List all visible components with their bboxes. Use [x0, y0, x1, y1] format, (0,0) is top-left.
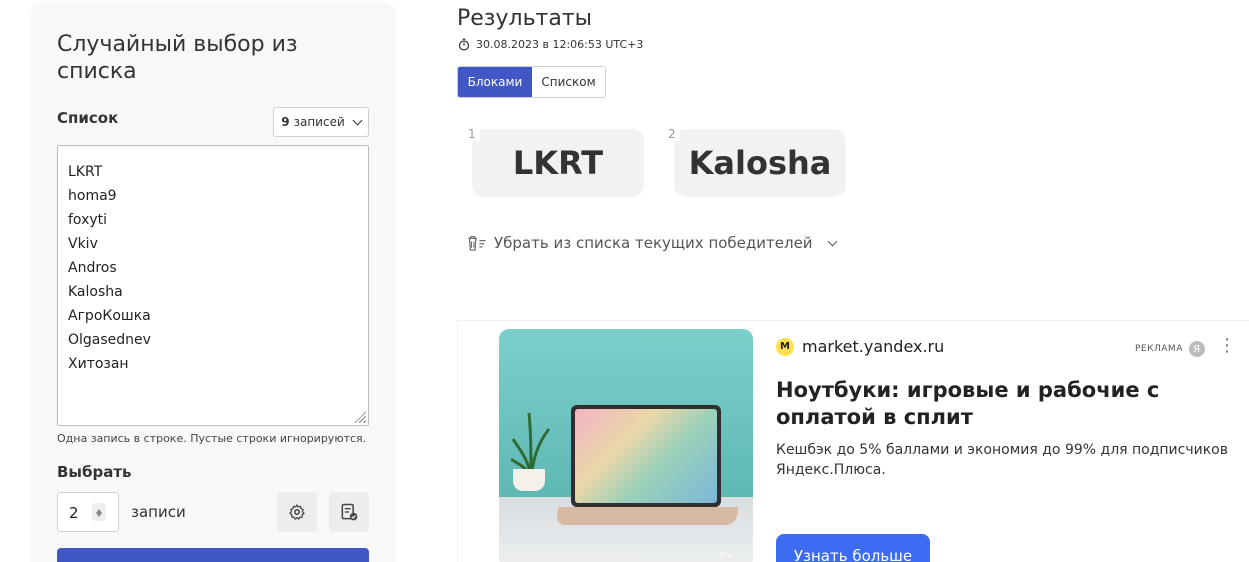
- list-entry: Andros: [68, 260, 117, 276]
- remove-winners-label: Убрать из списка текущих победителей: [494, 234, 813, 252]
- list-entry: АгроКошка: [68, 308, 151, 324]
- results-timestamp: 30.08.2023 в 12:06:53 UTC+3: [476, 38, 644, 51]
- cup-image: [513, 469, 545, 491]
- ad-image[interactable]: 0+: [499, 329, 753, 562]
- list-entry: Хитозан: [68, 356, 129, 372]
- pick-button[interactable]: [57, 548, 369, 562]
- results-title: Результаты: [457, 6, 593, 31]
- remove-winners-button[interactable]: Убрать из списка текущих победителей: [466, 234, 838, 252]
- winner-number: 1: [464, 127, 480, 141]
- list-entry: LKRT: [68, 164, 103, 180]
- random-picker-card: Случайный выбор из списка Список 9 запис…: [33, 5, 393, 562]
- pick-label: Выбрать: [57, 463, 132, 481]
- list-entry: Olgasednev: [68, 332, 151, 348]
- results-timestamp-row: 30.08.2023 в 12:06:53 UTC+3: [458, 38, 643, 51]
- list-check-icon: [341, 503, 358, 521]
- list-entry: homa9: [68, 188, 117, 204]
- view-toggle: Блоками Списком: [457, 66, 606, 98]
- list-entry: Kalosha: [68, 284, 123, 300]
- stepper-icon[interactable]: [92, 503, 106, 521]
- ad-domain: market.yandex.ru: [802, 337, 945, 356]
- entries-count-dropdown[interactable]: 9 записей: [273, 107, 369, 137]
- pick-count-input[interactable]: 2: [57, 492, 119, 532]
- list-label: Список: [57, 109, 119, 127]
- ad-cta-button[interactable]: Узнать больше: [776, 534, 930, 562]
- winner-card: Kalosha: [674, 129, 846, 197]
- tab-list[interactable]: Списком: [532, 67, 605, 97]
- presets-button[interactable]: [329, 492, 369, 532]
- settings-button[interactable]: [277, 492, 317, 532]
- resize-handle-icon[interactable]: [354, 411, 366, 423]
- tab-blocks[interactable]: Блоками: [458, 67, 532, 97]
- stopwatch-icon: [458, 38, 470, 51]
- ad-description: Кешбэк до 5% баллами и экономия до 99% д…: [776, 442, 1228, 478]
- winner-card: LKRT: [472, 129, 644, 197]
- entries-count-value: 9: [281, 115, 290, 129]
- list-hint: Одна запись в строке. Пустые строки игно…: [57, 432, 367, 445]
- ad-headline[interactable]: Ноутбуки: игровые и рабочие с оплатой в …: [776, 377, 1246, 431]
- trash-list-icon: [468, 236, 486, 251]
- chevron-down-icon: [352, 115, 363, 126]
- entries-textarea[interactable]: LKRT homa9 foxyti Vkiv Andros Kalosha Аг…: [57, 145, 369, 426]
- ad-label[interactable]: РЕКЛАМА Я: [1135, 341, 1205, 357]
- ad-domain-link[interactable]: М market.yandex.ru: [776, 337, 944, 356]
- list-entry: Vkiv: [68, 236, 98, 252]
- chevron-down-icon: [827, 236, 838, 247]
- yandex-icon: Я: [1188, 341, 1205, 357]
- age-rating: 0+: [719, 551, 733, 561]
- more-vertical-icon[interactable]: ⋮: [1218, 337, 1236, 355]
- page-title: Случайный выбор из списка: [57, 32, 298, 84]
- pick-count-value: 2: [69, 504, 79, 522]
- laptop-base-image: [555, 507, 739, 525]
- list-entry: foxyti: [68, 212, 108, 228]
- ad-label-text: РЕКЛАМА: [1135, 344, 1183, 354]
- yandex-market-logo-icon: М: [776, 337, 794, 356]
- pick-count-unit: записи: [131, 503, 186, 521]
- ad-block: 0+ М market.yandex.ru РЕКЛАМА Я ⋮ Ноутбу…: [457, 320, 1249, 562]
- entries-count-unit: записей: [293, 115, 345, 129]
- laptop-image: [571, 405, 721, 507]
- winner-number: 2: [664, 127, 680, 141]
- gear-icon: [289, 504, 305, 520]
